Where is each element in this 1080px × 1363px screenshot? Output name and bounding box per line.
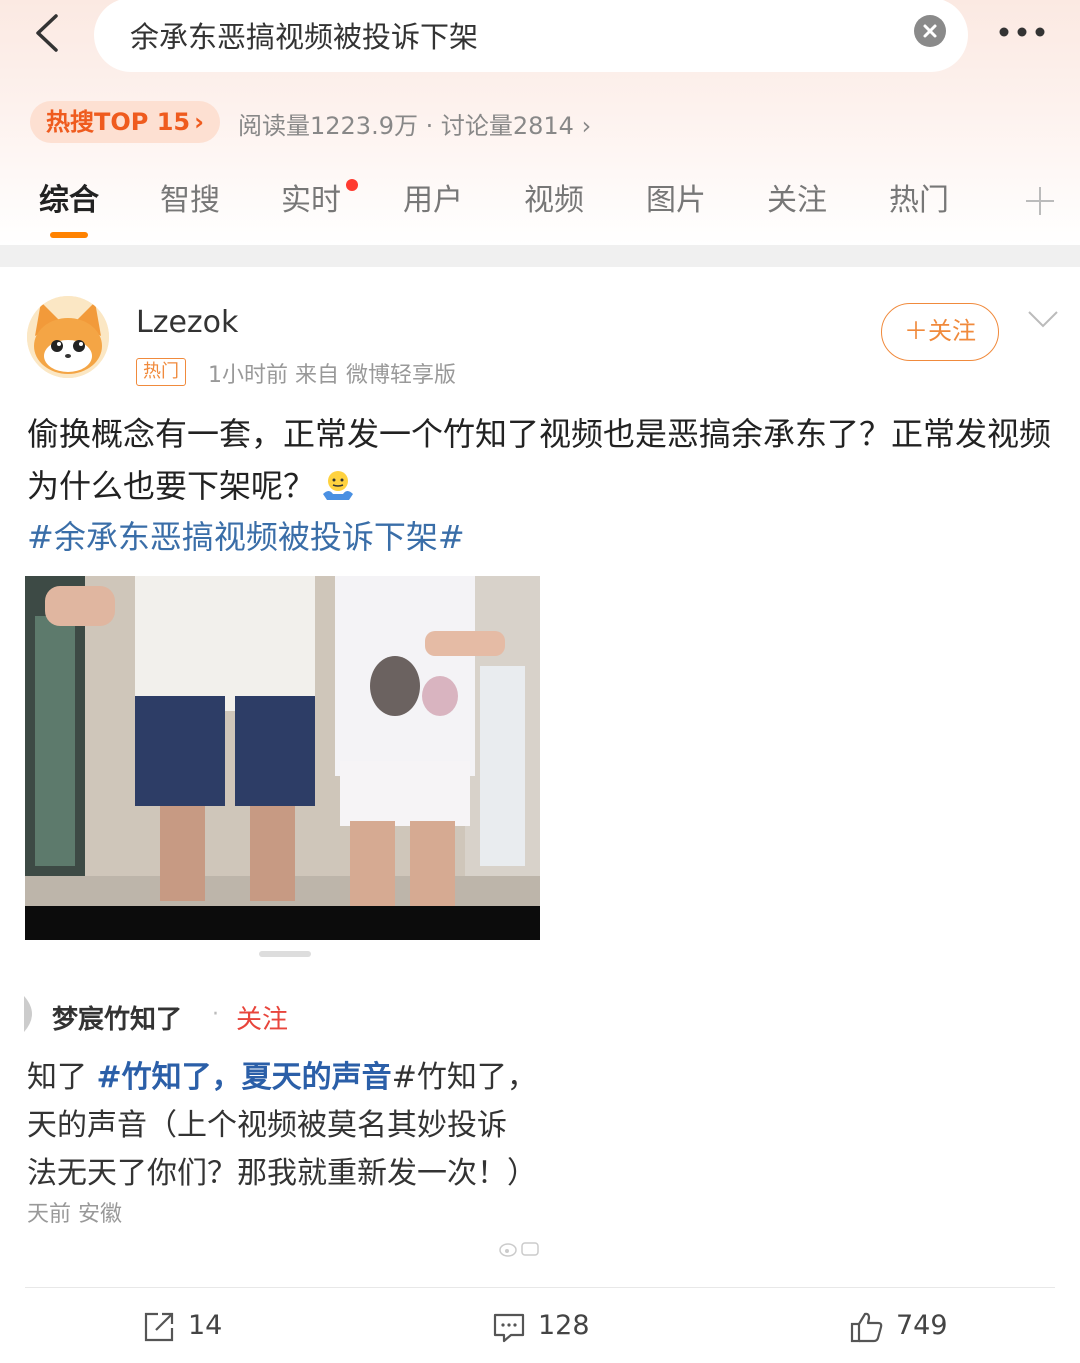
image-scroll-indicator — [259, 951, 311, 957]
like-count: 749 — [896, 1310, 948, 1341]
follow-button[interactable]: ＋关注 — [881, 303, 999, 361]
embedded-line-1: 知了 #竹知了，夏天的声音#竹知了， — [27, 1052, 537, 1096]
active-tab-indicator — [50, 232, 88, 238]
search-query-text: 余承东恶搞视频被投诉下架 — [130, 20, 479, 54]
embedded-username: 梦宸竹知了 — [52, 1005, 183, 1035]
topic-hashtag-link[interactable]: #余承东恶搞视频被投诉下架# — [27, 512, 465, 558]
embedded-screenshot: 梦宸竹知了 · 关注 知了 #竹知了，夏天的声音#竹知了， 天的声音（上个视频被… — [0, 990, 542, 1230]
action-bar-divider — [25, 1287, 1055, 1288]
tab-hot[interactable]: 热门 — [889, 175, 949, 219]
chevron-down-icon[interactable] — [1026, 308, 1060, 330]
hot-tag-badge: 热门 — [136, 358, 186, 386]
embedded-hashtag: #竹知了，夏天的声音 — [96, 1060, 392, 1095]
tab-video[interactable]: 视频 — [524, 175, 584, 219]
comment-icon — [492, 1310, 526, 1344]
chevron-right-icon: › — [194, 108, 205, 136]
comment-count: 128 — [538, 1310, 590, 1341]
post-meta: 1小时前 来自 微博轻享版 — [208, 363, 456, 388]
tab-bar: 综合 智搜 实时 用户 视频 图片 关注 热门 — [0, 175, 1080, 241]
search-input[interactable]: 余承东恶搞视频被投诉下架 — [94, 0, 968, 72]
embedded-meta: 天前 安徽 — [27, 1202, 122, 1227]
embedded-follow-label: 关注 — [236, 1005, 289, 1035]
avatar[interactable] — [27, 296, 109, 378]
section-divider — [0, 245, 1080, 267]
tab-realtime[interactable]: 实时 — [281, 175, 341, 219]
comment-button[interactable]: 128 — [492, 1308, 622, 1348]
shrug-emoji-icon — [321, 465, 355, 500]
new-content-dot — [346, 179, 358, 191]
post-image[interactable] — [25, 576, 540, 940]
post-body-text: 偷换概念有一套，正常发一个竹知了视频也是恶搞余承东了？正常发视频为什么也要下架呢… — [27, 415, 1052, 505]
tab-comprehensive[interactable]: 综合 — [39, 175, 99, 219]
add-tab-icon[interactable] — [1024, 185, 1056, 217]
post-body: 偷换概念有一套，正常发一个竹知了视频也是恶搞余承东了？正常发视频为什么也要下架呢… — [27, 408, 1057, 512]
post-username[interactable]: Lzezok — [136, 305, 238, 340]
hot-search-badge[interactable]: 热搜TOP 15 › — [30, 101, 221, 143]
thumbs-up-icon — [850, 1310, 884, 1344]
tab-following[interactable]: 关注 — [767, 175, 827, 219]
tab-users[interactable]: 用户 — [403, 175, 463, 219]
weibo-watermark-icon — [498, 1239, 542, 1259]
avatar-fragment-icon — [24, 996, 32, 1032]
embedded-line-3: 法无天了你们？那我就重新发一次！） — [27, 1156, 537, 1191]
embedded-line-1-suffix: #竹知了， — [391, 1060, 537, 1095]
embedded-dot-separator: · — [212, 1002, 219, 1027]
tab-images[interactable]: 图片 — [646, 175, 706, 219]
tab-smart-search[interactable]: 智搜 — [160, 175, 220, 219]
like-button[interactable]: 749 — [850, 1308, 980, 1348]
share-icon — [142, 1310, 176, 1344]
clear-icon[interactable] — [914, 15, 946, 47]
more-options-icon[interactable] — [996, 22, 1048, 42]
embedded-line-1-prefix: 知了 — [27, 1060, 97, 1095]
repost-count: 14 — [188, 1310, 223, 1341]
topic-stats[interactable]: 阅读量1223.9万 · 讨论量2814 › — [238, 106, 591, 141]
hot-badge-label: 热搜TOP 15 — [46, 108, 191, 136]
repost-button[interactable]: 14 — [142, 1308, 262, 1348]
back-arrow-icon[interactable] — [26, 10, 72, 56]
embedded-line-2: 天的声音（上个视频被莫名其妙投诉 — [27, 1108, 507, 1143]
